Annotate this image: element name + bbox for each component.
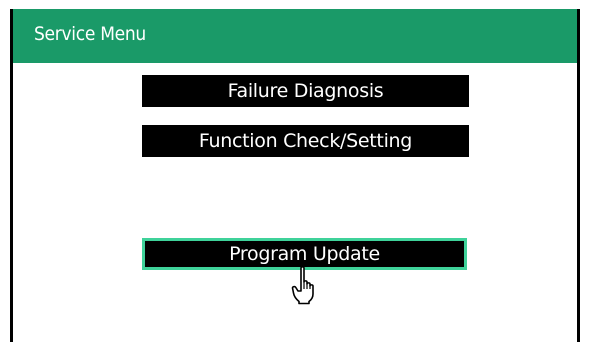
function-check-setting-button[interactable]: Function Check/Setting [142, 125, 469, 157]
header-bar: Service Menu [13, 9, 577, 63]
page-title: Service Menu [34, 23, 146, 45]
service-menu-screen: Service Menu Failure Diagnosis Function … [10, 9, 580, 342]
pointing-hand-icon [291, 266, 314, 305]
failure-diagnosis-button[interactable]: Failure Diagnosis [142, 75, 469, 107]
